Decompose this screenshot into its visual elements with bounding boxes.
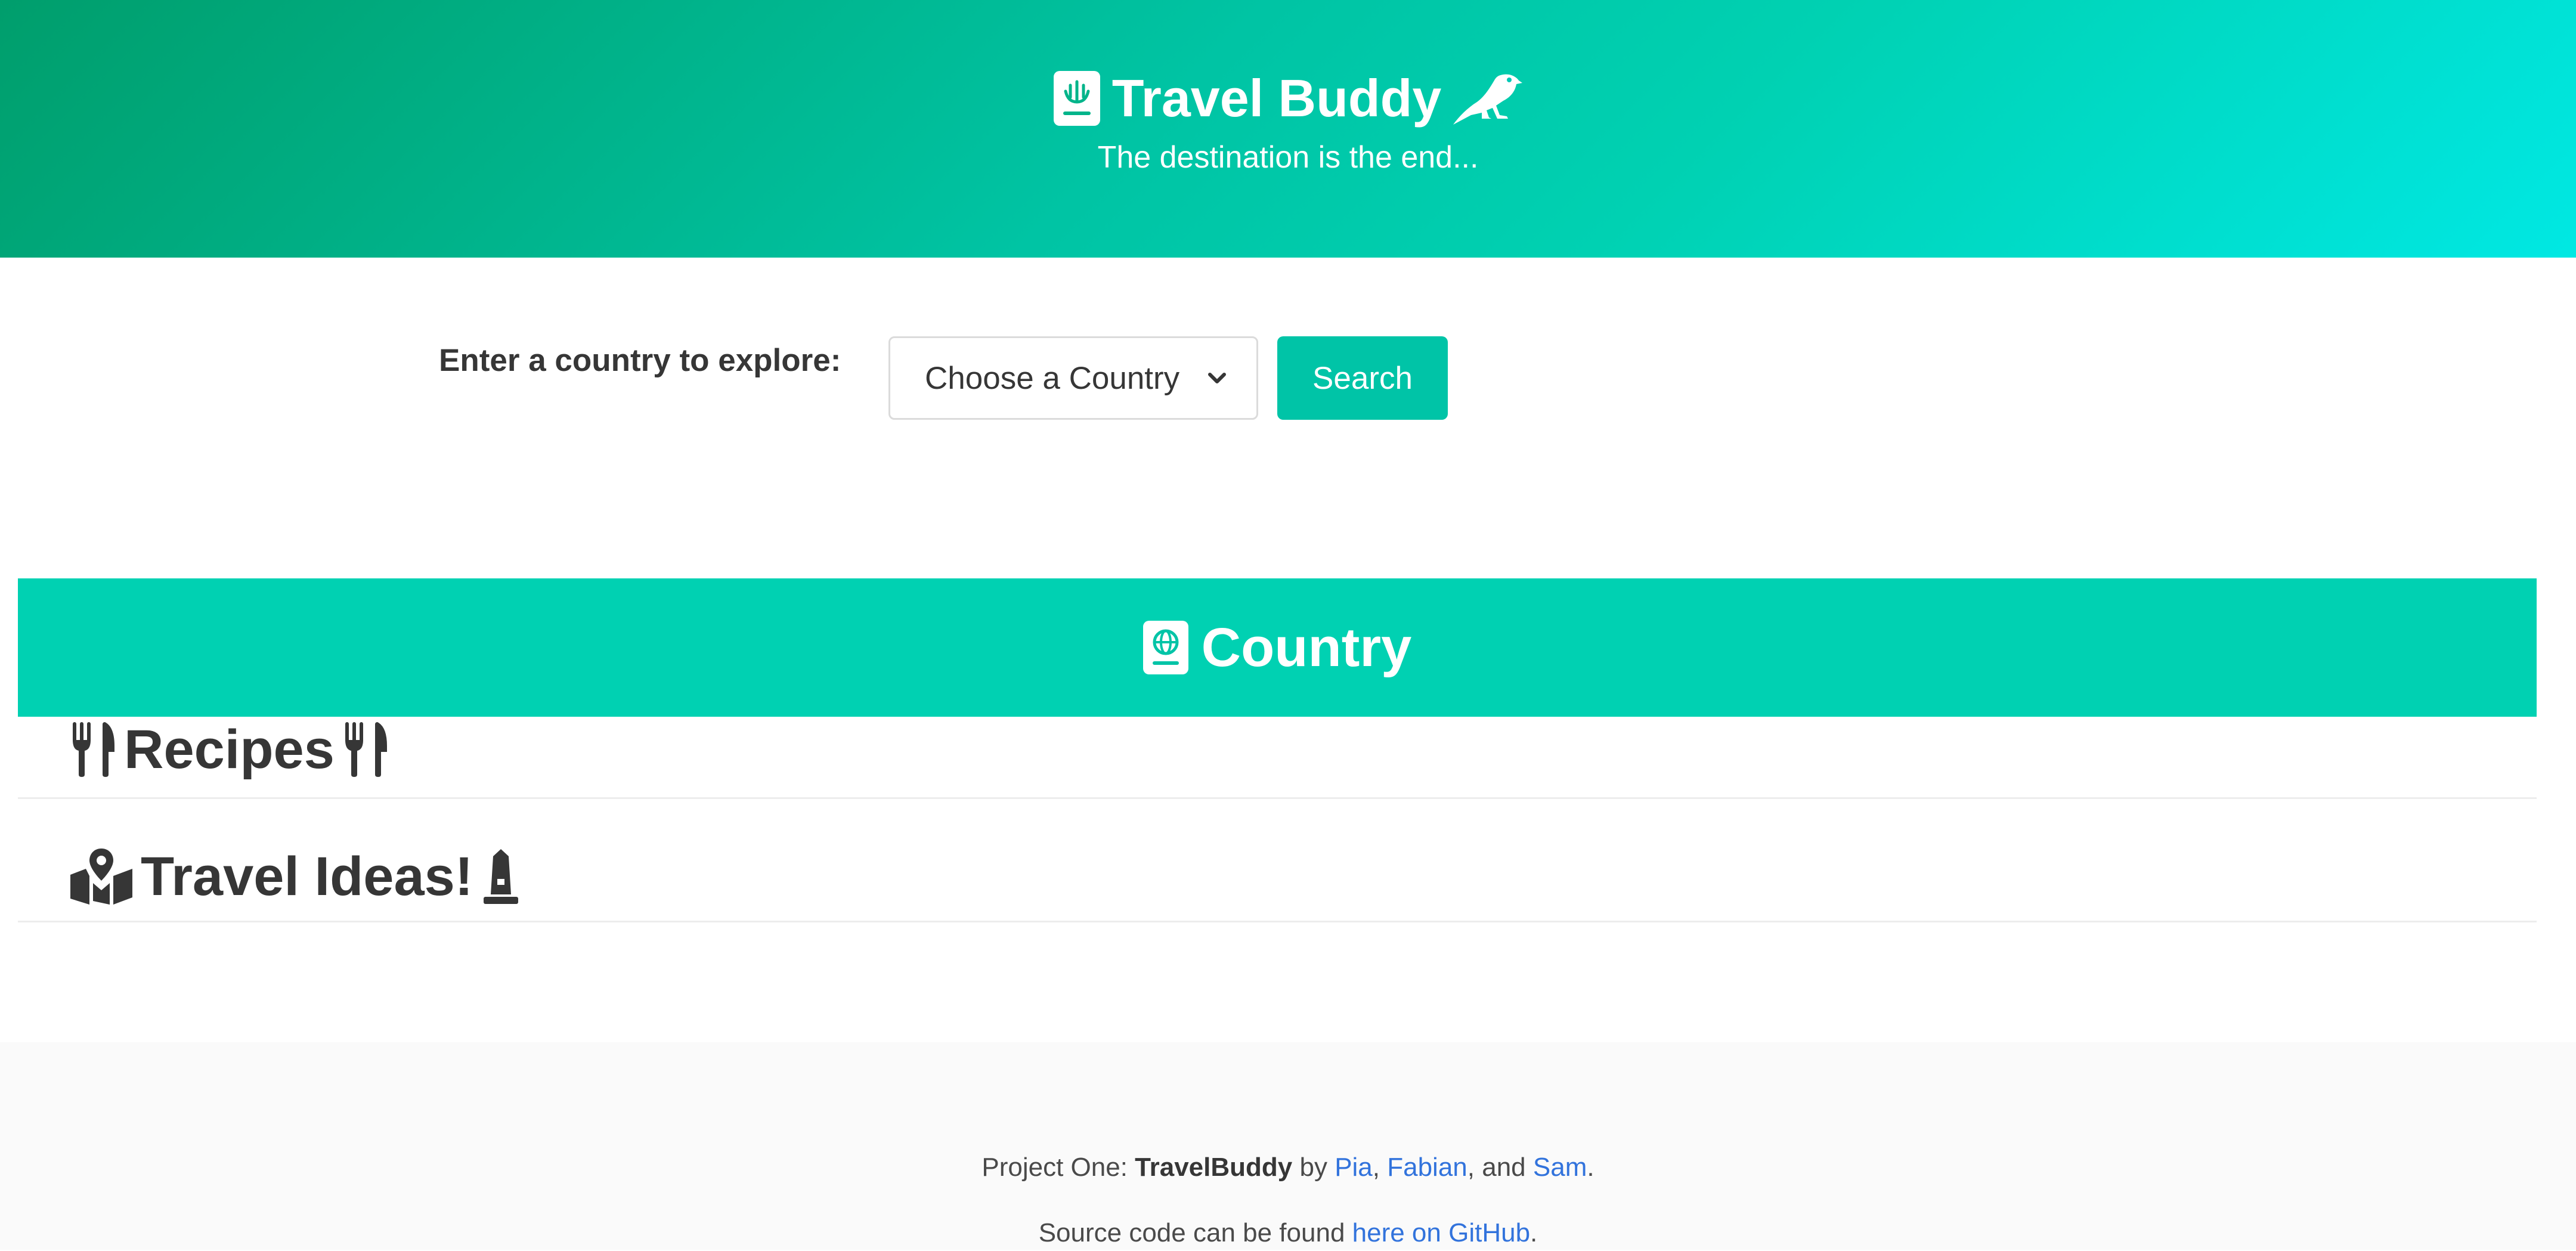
- search-button[interactable]: Search: [1277, 336, 1448, 420]
- map-marked-icon: [70, 849, 132, 905]
- site-title: Travel Buddy: [0, 63, 2576, 134]
- footer-credits-prefix: Project One:: [982, 1153, 1135, 1182]
- country-title: Country: [1201, 617, 1412, 678]
- footer: Project One: TravelBuddy by Pia, Fabian,…: [0, 1042, 2576, 1250]
- chevron-down-icon: [1205, 366, 1229, 390]
- site-subtitle: The destination is the end...: [1097, 140, 1479, 175]
- project-name: TravelBuddy: [1135, 1153, 1293, 1182]
- recipes-heading: Recipes: [70, 717, 388, 782]
- footer-period: .: [1587, 1153, 1594, 1182]
- footer-credits: Project One: TravelBuddy by Pia, Fabian,…: [0, 1150, 2576, 1185]
- country-select-value: Choose a Country: [925, 360, 1180, 396]
- author-link-pia[interactable]: Pia: [1335, 1153, 1373, 1182]
- site-title-text: Travel Buddy: [1111, 69, 1442, 128]
- recipes-title: Recipes: [124, 719, 335, 780]
- utensils-icon: [343, 722, 388, 777]
- country-banner: Country: [18, 578, 2537, 717]
- passport-icon: [1053, 71, 1100, 126]
- footer-sep: , and: [1467, 1153, 1533, 1182]
- footer-sep: ,: [1372, 1153, 1388, 1182]
- footer-period: .: [1530, 1218, 1538, 1247]
- utensils-icon: [70, 722, 116, 777]
- passport-globe-icon: [1143, 621, 1188, 674]
- travel-ideas-section: Travel Ideas!: [18, 799, 2537, 922]
- recipes-section: Recipes: [18, 717, 2537, 799]
- travel-ideas-title: Travel Ideas!: [141, 846, 473, 907]
- github-link[interactable]: here on GitHub: [1352, 1218, 1530, 1247]
- footer-source: Source code can be found here on GitHub.: [0, 1215, 2576, 1251]
- country-search-label: Enter a country to explore:: [439, 343, 841, 378]
- hero-banner: Travel Buddy The destination is the end.…: [0, 0, 2576, 258]
- author-link-sam[interactable]: Sam: [1533, 1153, 1587, 1182]
- travel-ideas-heading: Travel Ideas!: [70, 841, 521, 912]
- country-select[interactable]: Choose a Country: [888, 336, 1258, 420]
- monument-icon: [481, 849, 521, 904]
- footer-source-prefix: Source code can be found: [1038, 1218, 1352, 1247]
- crow-icon: [1453, 71, 1523, 126]
- footer-by: by: [1292, 1153, 1335, 1182]
- author-link-fabian[interactable]: Fabian: [1387, 1153, 1467, 1182]
